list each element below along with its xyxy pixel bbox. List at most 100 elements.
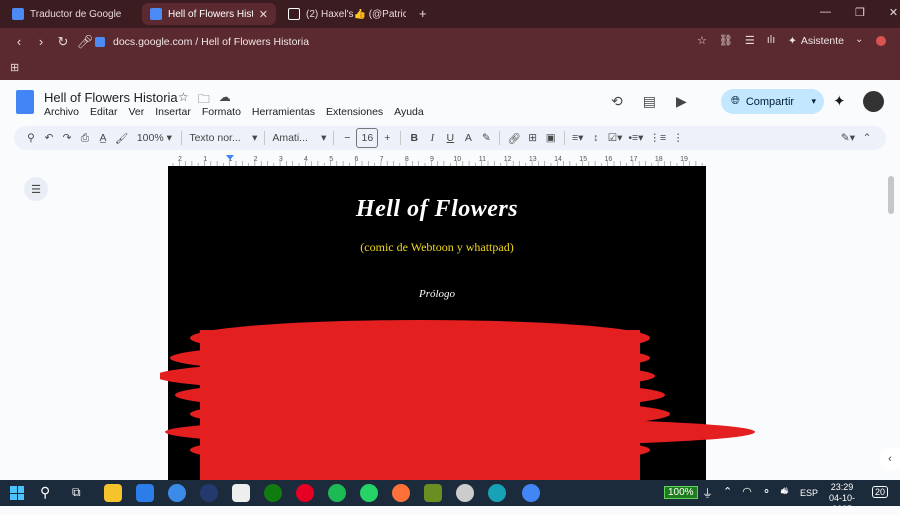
firefox-icon[interactable] <box>392 484 410 502</box>
italic-icon[interactable]: I <box>423 128 441 148</box>
insert-link-icon[interactable]: 🔗︎ <box>504 128 523 148</box>
bold-icon[interactable]: B <box>405 128 423 148</box>
spellcheck-icon[interactable]: A̲ <box>94 128 112 148</box>
chrome-icon[interactable] <box>522 484 540 502</box>
edge-icon[interactable] <box>168 484 186 502</box>
notifications-badge[interactable]: 20 <box>872 486 889 498</box>
address-bar[interactable]: docs.google.com / Hell of Flowers Histor… <box>95 32 775 51</box>
star-icon[interactable]: ☆ <box>697 34 707 47</box>
pinterest-icon[interactable] <box>296 484 314 502</box>
reload-icon[interactable]: ↻ <box>52 34 74 50</box>
bulleted-list-icon[interactable]: •≡▾ <box>625 128 646 148</box>
decrease-font-icon[interactable]: − <box>338 128 356 148</box>
checklist-icon[interactable]: ☑▾ <box>605 128 626 148</box>
whatsapp-icon[interactable] <box>360 484 378 502</box>
undo-icon[interactable]: ↶ <box>40 128 58 148</box>
chevron-up-icon[interactable]: ⌃ <box>723 485 732 501</box>
google-translate-icon <box>12 8 24 20</box>
tab-translate[interactable]: Traductor de Google <box>4 3 138 25</box>
clock[interactable]: 23:29 04-10-2025 <box>822 482 862 515</box>
style-select[interactable]: Texto nor... ▾ <box>186 128 260 148</box>
chevron-down-icon[interactable]: ⌄ <box>855 34 863 45</box>
ruler-number: 4 <box>304 156 308 163</box>
network-icon[interactable]: ⚬ <box>762 485 771 501</box>
app-icon-2[interactable] <box>456 484 474 502</box>
search-icon[interactable]: ⚲ <box>40 484 50 501</box>
ruler: 2112345678910111213141516171819 <box>168 154 848 166</box>
file-explorer-icon[interactable] <box>104 484 122 502</box>
link-icon[interactable]: ⛓ <box>719 34 733 47</box>
photos-icon[interactable] <box>232 484 250 502</box>
document-title[interactable]: Hell of Flowers Historia <box>44 90 178 105</box>
avatar[interactable] <box>863 91 884 112</box>
collapse-menus-icon[interactable]: ⌃ <box>858 128 876 148</box>
profile-avatar[interactable] <box>876 36 886 46</box>
tab-docs[interactable]: Hell of Flowers Historia - Docs ✕ <box>142 3 276 25</box>
menu-extensiones[interactable]: Extensiones <box>326 106 383 118</box>
reading-list-icon[interactable]: ☰ <box>745 34 755 47</box>
docs-logo-icon[interactable] <box>16 90 34 114</box>
add-comment-icon[interactable]: ⊞ <box>524 128 542 148</box>
font-size-input[interactable]: 16 <box>356 128 379 148</box>
highlight-icon[interactable]: ✎ <box>477 128 495 148</box>
plug-icon[interactable]: ⏚ <box>702 485 713 501</box>
more-options-icon[interactable]: ⋮ <box>669 128 687 148</box>
paint-format-icon[interactable]: 🖌︎ <box>112 128 131 148</box>
gemini-icon[interactable]: ✦ <box>833 92 846 110</box>
history-icon[interactable]: ⟲ <box>611 93 623 110</box>
xbox-icon[interactable] <box>264 484 282 502</box>
increase-font-icon[interactable]: + <box>378 128 396 148</box>
assistant-button[interactable]: ✦ Asistente <box>788 35 844 47</box>
line-spacing-icon[interactable]: ↕ <box>587 128 605 148</box>
tab-label: Traductor de Google <box>30 8 122 20</box>
menu-ver[interactable]: Ver <box>128 106 144 118</box>
side-panel-toggle-icon[interactable]: ‹ <box>880 448 900 470</box>
menu-formato[interactable]: Formato <box>202 106 241 118</box>
app-icon[interactable] <box>200 484 218 502</box>
close-icon[interactable]: ✕ <box>259 8 268 21</box>
print-icon[interactable]: ⎙ <box>76 128 94 148</box>
forward-icon[interactable]: › <box>30 34 52 49</box>
spotify-icon[interactable] <box>328 484 346 502</box>
app-icon-3[interactable] <box>488 484 506 502</box>
menu-ayuda[interactable]: Ayuda <box>394 106 424 118</box>
menu-insertar[interactable]: Insertar <box>155 106 191 118</box>
editing-mode-icon[interactable]: ✎▾ <box>838 128 858 148</box>
numbered-list-icon[interactable]: ⋮≡ <box>646 128 669 148</box>
back-icon[interactable]: ‹ <box>8 34 30 49</box>
search-menu-icon[interactable]: ⚲ <box>22 128 40 148</box>
text-color-icon[interactable]: A <box>459 128 477 148</box>
store-icon[interactable] <box>136 484 154 502</box>
window-close-icon[interactable]: ✕ <box>889 6 898 19</box>
align-icon[interactable]: ≡▾ <box>569 128 587 148</box>
pen-icon[interactable]: ✒ <box>780 486 789 499</box>
underline-icon[interactable]: U <box>441 128 459 148</box>
insert-image-icon[interactable]: ▣ <box>542 128 560 148</box>
wifi-icon[interactable]: ◠ <box>742 485 752 501</box>
language-indicator[interactable]: ESP <box>800 488 818 498</box>
share-dropdown-icon[interactable]: ▾ <box>811 96 816 107</box>
task-view-icon[interactable]: ⧉ <box>72 485 81 500</box>
comments-icon[interactable]: ▤ <box>643 93 656 110</box>
new-tab-button[interactable]: + <box>419 6 427 21</box>
outline-icon[interactable]: ☰ <box>24 177 48 201</box>
redo-icon[interactable]: ↷ <box>58 128 76 148</box>
indent-marker[interactable] <box>226 155 234 160</box>
microphone-icon[interactable]: 🎤︎ <box>74 34 96 50</box>
minecraft-icon[interactable] <box>424 484 442 502</box>
share-button[interactable]: 🌐︎ Compartir ▾ <box>721 89 824 114</box>
menu-archivo[interactable]: Archivo <box>44 106 79 118</box>
menu-herramientas[interactable]: Herramientas <box>252 106 315 118</box>
restore-icon[interactable]: ❐ <box>855 6 865 19</box>
minimize-icon[interactable]: — <box>820 6 831 19</box>
font-select[interactable]: Amati... ▾ <box>269 128 329 148</box>
scrollbar-thumb[interactable] <box>888 176 894 214</box>
audio-icon[interactable]: ılı <box>767 34 776 47</box>
battery-indicator[interactable]: 100% <box>664 486 698 499</box>
windows-start-icon[interactable] <box>10 486 24 500</box>
zoom-select[interactable]: 100% ▾ <box>131 128 177 148</box>
meet-icon[interactable]: ▶ <box>676 93 687 110</box>
menu-editar[interactable]: Editar <box>90 106 117 118</box>
tab-twitter[interactable]: (2) Haxel's👍 (@Patricioande <box>280 3 414 25</box>
apps-grid-icon[interactable]: ⊞ <box>10 61 19 74</box>
